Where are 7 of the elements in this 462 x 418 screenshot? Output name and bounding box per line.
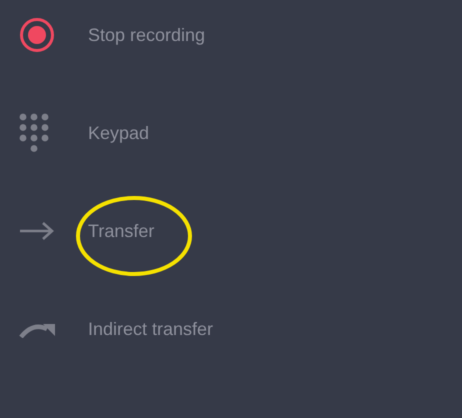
menu-item[interactable]: Indirect transfer [88, 318, 214, 338]
menu-item[interactable]: Stop recording [88, 24, 206, 44]
record-icon [19, 17, 55, 53]
keypad-icon [19, 113, 49, 153]
menu-item[interactable]: Keypad [88, 122, 150, 142]
menu-item[interactable]: Transfer [88, 220, 154, 240]
right-arrow-icon [19, 221, 55, 241]
